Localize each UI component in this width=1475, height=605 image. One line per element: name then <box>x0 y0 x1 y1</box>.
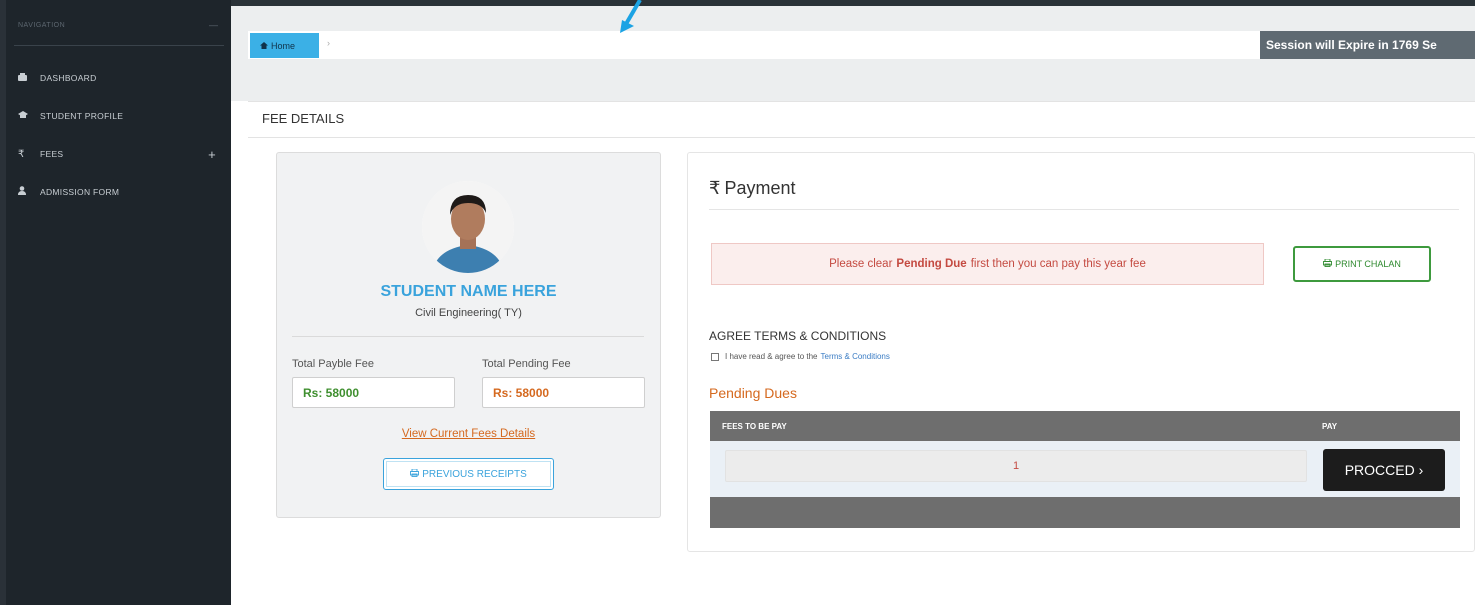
expand-plus-icon[interactable]: + <box>208 147 216 162</box>
column-header-pay: PAY <box>1322 422 1338 431</box>
user-icon <box>18 186 40 198</box>
column-header-fees: FEES TO BE PAY <box>722 422 787 431</box>
total-payable-value: Rs: 58000 <box>292 377 455 408</box>
sidebar-item-admission-form[interactable]: ADMISSION FORM <box>18 182 218 202</box>
fees-to-pay-field[interactable]: 1 <box>725 450 1307 482</box>
breadcrumb-home-label: Home <box>271 40 296 51</box>
divider <box>709 209 1459 210</box>
agree-checkbox[interactable] <box>711 352 719 361</box>
avatar <box>422 181 514 273</box>
sidebar-item-label: STUDENT PROFILE <box>40 111 124 121</box>
nav-collapse-icon[interactable]: — <box>209 20 218 30</box>
sidebar-edge <box>0 0 6 605</box>
pending-dues-table-footer <box>710 497 1460 528</box>
breadcrumb-separator: › <box>327 38 330 48</box>
print-chalan-button[interactable]: PRINT CHALAN <box>1293 246 1431 282</box>
view-current-fees-link[interactable]: View Current Fees Details <box>276 428 661 440</box>
pending-due-alert: Please clear Pending Due first then you … <box>711 243 1264 285</box>
sidebar-item-student-profile[interactable]: STUDENT PROFILE <box>18 106 218 126</box>
print-icon <box>1323 258 1333 269</box>
total-pending-label: Total Pending Fee <box>482 358 571 370</box>
session-timer: Session will Expire in 1769 Se <box>1260 31 1475 59</box>
student-name: STUDENT NAME HERE <box>380 283 557 300</box>
sidebar-item-fees[interactable]: ₹ FEES + <box>18 144 218 164</box>
total-pending-value: Rs: 58000 <box>482 377 645 408</box>
divider <box>248 101 1475 102</box>
payment-title: ₹ Payment <box>709 178 796 199</box>
home-icon <box>260 41 268 51</box>
payment-title-text: Payment <box>724 178 796 198</box>
pending-dues-table-header: FEES TO BE PAY PAY <box>710 411 1460 441</box>
sidebar-item-label: FEES <box>40 149 64 159</box>
proceed-button[interactable]: PROCCED › <box>1323 449 1445 491</box>
total-payable-label: Total Payble Fee <box>292 358 374 370</box>
previous-receipts-label: PREVIOUS RECEIPTS <box>422 468 527 480</box>
rupee-icon: ₹ <box>18 148 25 160</box>
breadcrumb-home[interactable]: Home <box>250 33 319 58</box>
sidebar-item-label: ADMISSION FORM <box>40 187 120 197</box>
annotation-arrow-icon <box>620 0 642 33</box>
agree-terms-row: I have read & agree to the Terms & Condi… <box>711 352 890 361</box>
sidebar <box>0 0 231 605</box>
nav-header: NAVIGATION — <box>14 16 224 46</box>
pending-dues-title: Pending Dues <box>709 385 797 401</box>
dashboard-icon <box>18 72 40 84</box>
student-course: Civil Engineering( TY) <box>415 307 522 319</box>
agree-terms-title: AGREE TERMS & CONDITIONS <box>709 329 887 343</box>
alert-text-pre: Please clear <box>829 258 893 270</box>
previous-receipts-button[interactable]: PREVIOUS RECEIPTS <box>383 458 554 490</box>
graduation-cap-icon <box>18 110 40 122</box>
alert-text-bold: Pending Due <box>896 258 967 270</box>
nav-header-label: NAVIGATION <box>18 22 66 29</box>
print-icon <box>410 468 420 480</box>
terms-link[interactable]: Terms & Conditions <box>821 352 890 361</box>
agree-text: I have read & agree to the <box>725 352 818 361</box>
divider <box>292 336 644 337</box>
alert-text-post: first then you can pay this year fee <box>970 258 1146 270</box>
divider <box>248 137 1475 138</box>
page-title: FEE DETAILS <box>262 111 345 126</box>
sidebar-item-dashboard[interactable]: DASHBOARD <box>18 68 218 88</box>
print-chalan-label: PRINT CHALAN <box>1335 259 1401 269</box>
rupee-icon: ₹ <box>709 178 721 198</box>
sidebar-item-label: DASHBOARD <box>40 73 97 83</box>
